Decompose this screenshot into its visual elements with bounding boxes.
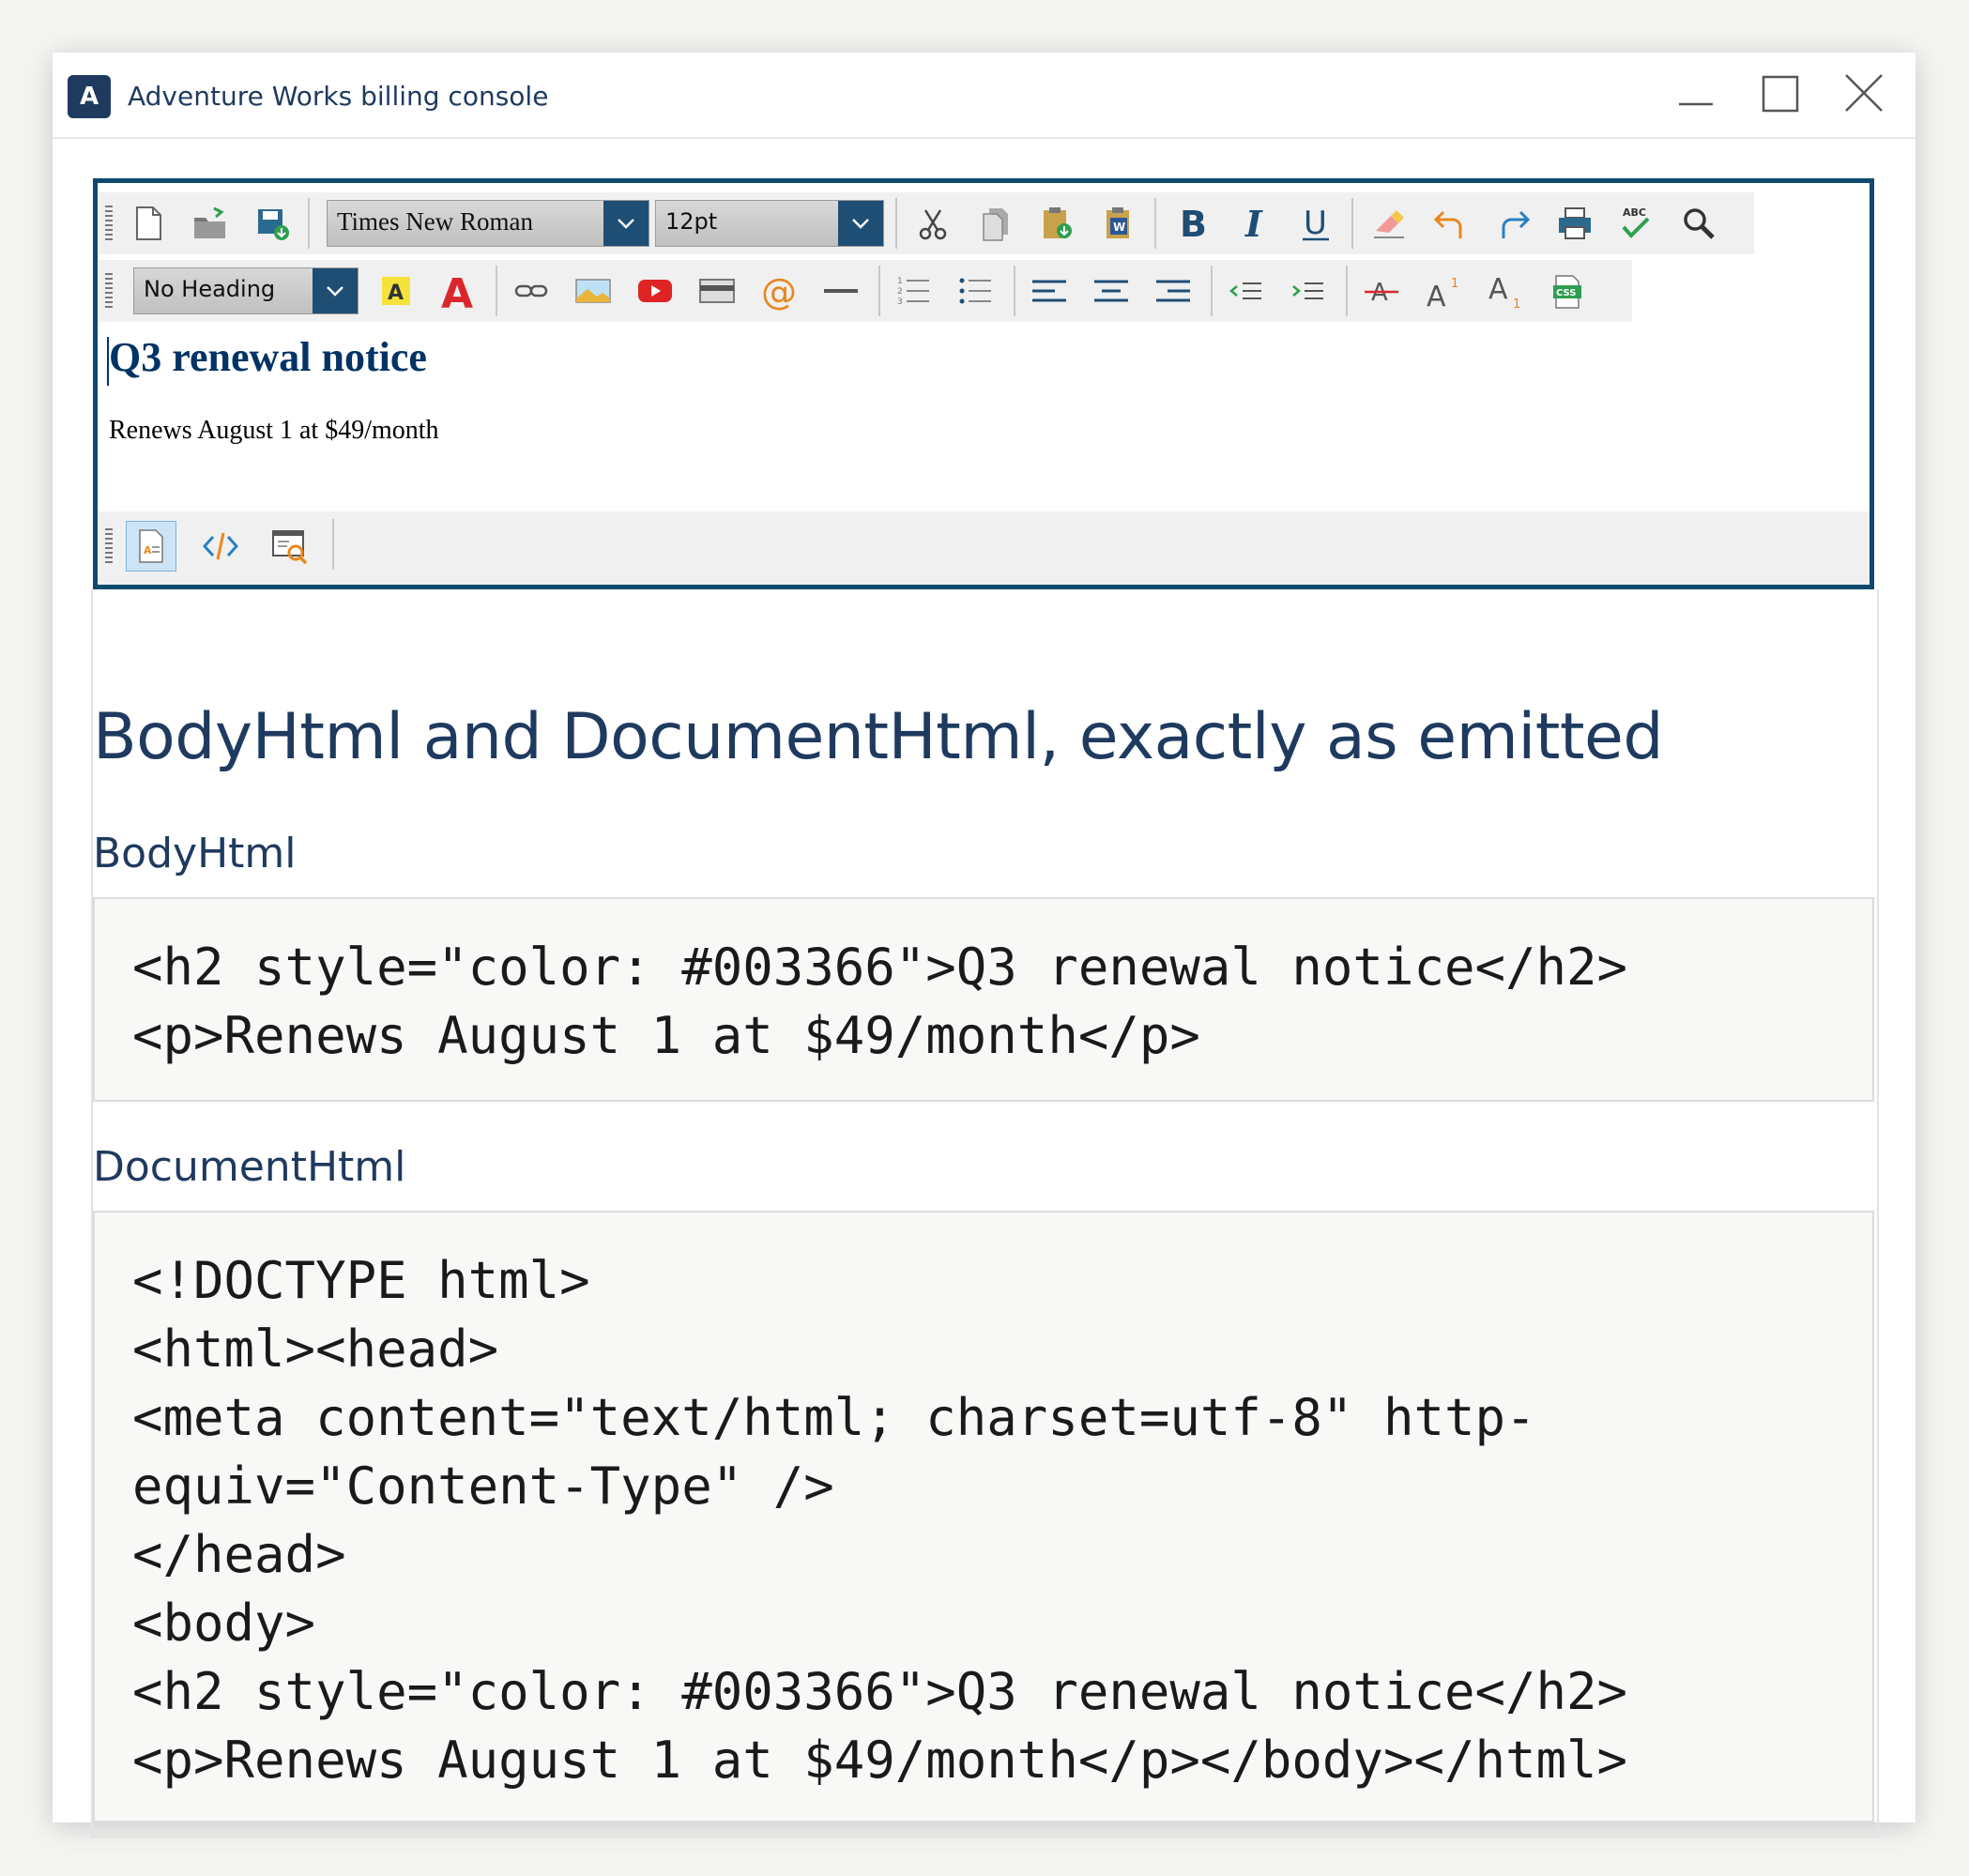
indent-icon[interactable] <box>1282 266 1335 316</box>
svg-text:1: 1 <box>897 277 903 286</box>
chevron-down-icon <box>838 201 883 246</box>
toolbar-row-format: No Heading A A @ 1 2 3 A 1 A 1 CSS <box>98 260 1632 322</box>
align-center-icon[interactable] <box>1085 266 1137 316</box>
cut-icon[interactable] <box>907 198 959 249</box>
svg-text:CSS: CSS <box>1556 288 1576 298</box>
toolbar-grip[interactable] <box>105 206 113 243</box>
copy-icon[interactable] <box>969 198 1021 249</box>
open-folder-icon[interactable] <box>184 198 237 249</box>
toolbar-grip[interactable] <box>105 528 113 566</box>
underline-icon[interactable]: U <box>1290 198 1342 249</box>
window-title: Adventure Works billing console <box>128 81 549 112</box>
align-right-icon[interactable] <box>1147 266 1199 316</box>
html-editor: Times New Roman 12pt W B I U ABC No Head… <box>93 178 1874 589</box>
svg-text:U: U <box>1304 205 1327 242</box>
chevron-down-icon <box>603 201 649 246</box>
svg-text:W: W <box>1113 221 1125 234</box>
numbered-list-icon[interactable]: 123 <box>888 266 940 316</box>
heading-style-select[interactable]: No Heading <box>133 267 359 314</box>
align-left-icon[interactable] <box>1023 266 1076 316</box>
svg-text:1: 1 <box>1513 297 1520 312</box>
font-color-icon[interactable]: A <box>432 266 484 316</box>
app-logo-icon: A <box>68 75 111 118</box>
editor-paragraph: Renews August 1 at $49/month <box>109 416 439 445</box>
minimize-icon <box>1679 102 1713 106</box>
eraser-icon[interactable] <box>1363 198 1415 249</box>
svg-text:1: 1 <box>1451 277 1458 291</box>
svg-text:@: @ <box>761 271 797 312</box>
svg-text:2: 2 <box>897 287 903 297</box>
css-icon[interactable]: CSS <box>1541 266 1594 316</box>
close-button[interactable] <box>1831 62 1897 128</box>
link-icon[interactable] <box>505 266 557 316</box>
svg-text:A: A <box>388 282 404 305</box>
maximize-icon <box>1762 75 1799 113</box>
find-icon[interactable] <box>1672 198 1725 249</box>
svg-text:B: B <box>1180 204 1207 244</box>
font-size-select[interactable]: 12pt <box>655 200 884 247</box>
table-icon[interactable] <box>691 266 743 316</box>
font-size-value: 12pt <box>665 208 718 235</box>
design-view-icon[interactable]: A <box>126 521 176 572</box>
redo-icon[interactable] <box>1487 198 1539 249</box>
strikethrough-icon[interactable]: A <box>1355 266 1408 316</box>
print-icon[interactable] <box>1549 198 1601 249</box>
paste-from-word-icon[interactable]: W <box>1092 198 1145 249</box>
undo-icon[interactable] <box>1425 198 1477 249</box>
view-mode-bar: A <box>98 511 1870 585</box>
heading-style-value: No Heading <box>144 276 276 302</box>
font-family-value: Times New Roman <box>337 207 534 236</box>
close-icon <box>1845 74 1883 112</box>
editor-heading: Q3 renewal notice <box>109 334 427 380</box>
bold-icon[interactable]: B <box>1166 198 1218 249</box>
video-icon[interactable] <box>629 266 681 316</box>
title-bar: A Adventure Works billing console <box>53 53 1916 139</box>
highlight-color-icon[interactable]: A <box>370 266 422 316</box>
superscript-icon[interactable]: A1 <box>1417 266 1470 316</box>
svg-text:ABC: ABC <box>1623 206 1646 219</box>
horizontal-rule-icon[interactable] <box>815 266 867 316</box>
preview-view-icon[interactable] <box>265 521 315 572</box>
app-window: A Adventure Works billing console Times … <box>53 53 1916 1838</box>
toolbar-grip[interactable] <box>105 273 113 311</box>
svg-text:I: I <box>1244 203 1263 244</box>
svg-text:A: A <box>441 270 473 312</box>
toolbar-row-main: Times New Roman 12pt W B I U ABC <box>98 192 1754 254</box>
new-document-icon[interactable] <box>122 198 175 249</box>
svg-text:A: A <box>144 544 152 557</box>
bulleted-list-icon[interactable] <box>950 266 1002 316</box>
minimize-button[interactable] <box>1662 62 1728 128</box>
italic-icon[interactable]: I <box>1228 198 1280 249</box>
html-source-view-icon[interactable] <box>195 521 246 572</box>
outdent-icon[interactable] <box>1220 266 1273 316</box>
save-icon[interactable] <box>246 198 298 249</box>
subscript-icon[interactable]: A1 <box>1479 266 1532 316</box>
content-frame <box>91 589 1879 1838</box>
paste-icon[interactable] <box>1030 198 1083 249</box>
svg-text:3: 3 <box>897 297 903 307</box>
image-icon[interactable] <box>567 266 619 316</box>
spell-check-icon[interactable]: ABC <box>1610 198 1663 249</box>
email-link-icon[interactable]: @ <box>753 266 805 316</box>
font-family-select[interactable]: Times New Roman <box>327 200 649 247</box>
svg-text:A: A <box>1427 281 1446 312</box>
chevron-down-icon <box>313 268 358 313</box>
svg-text:A: A <box>1488 273 1508 306</box>
maximize-button[interactable] <box>1747 62 1812 128</box>
